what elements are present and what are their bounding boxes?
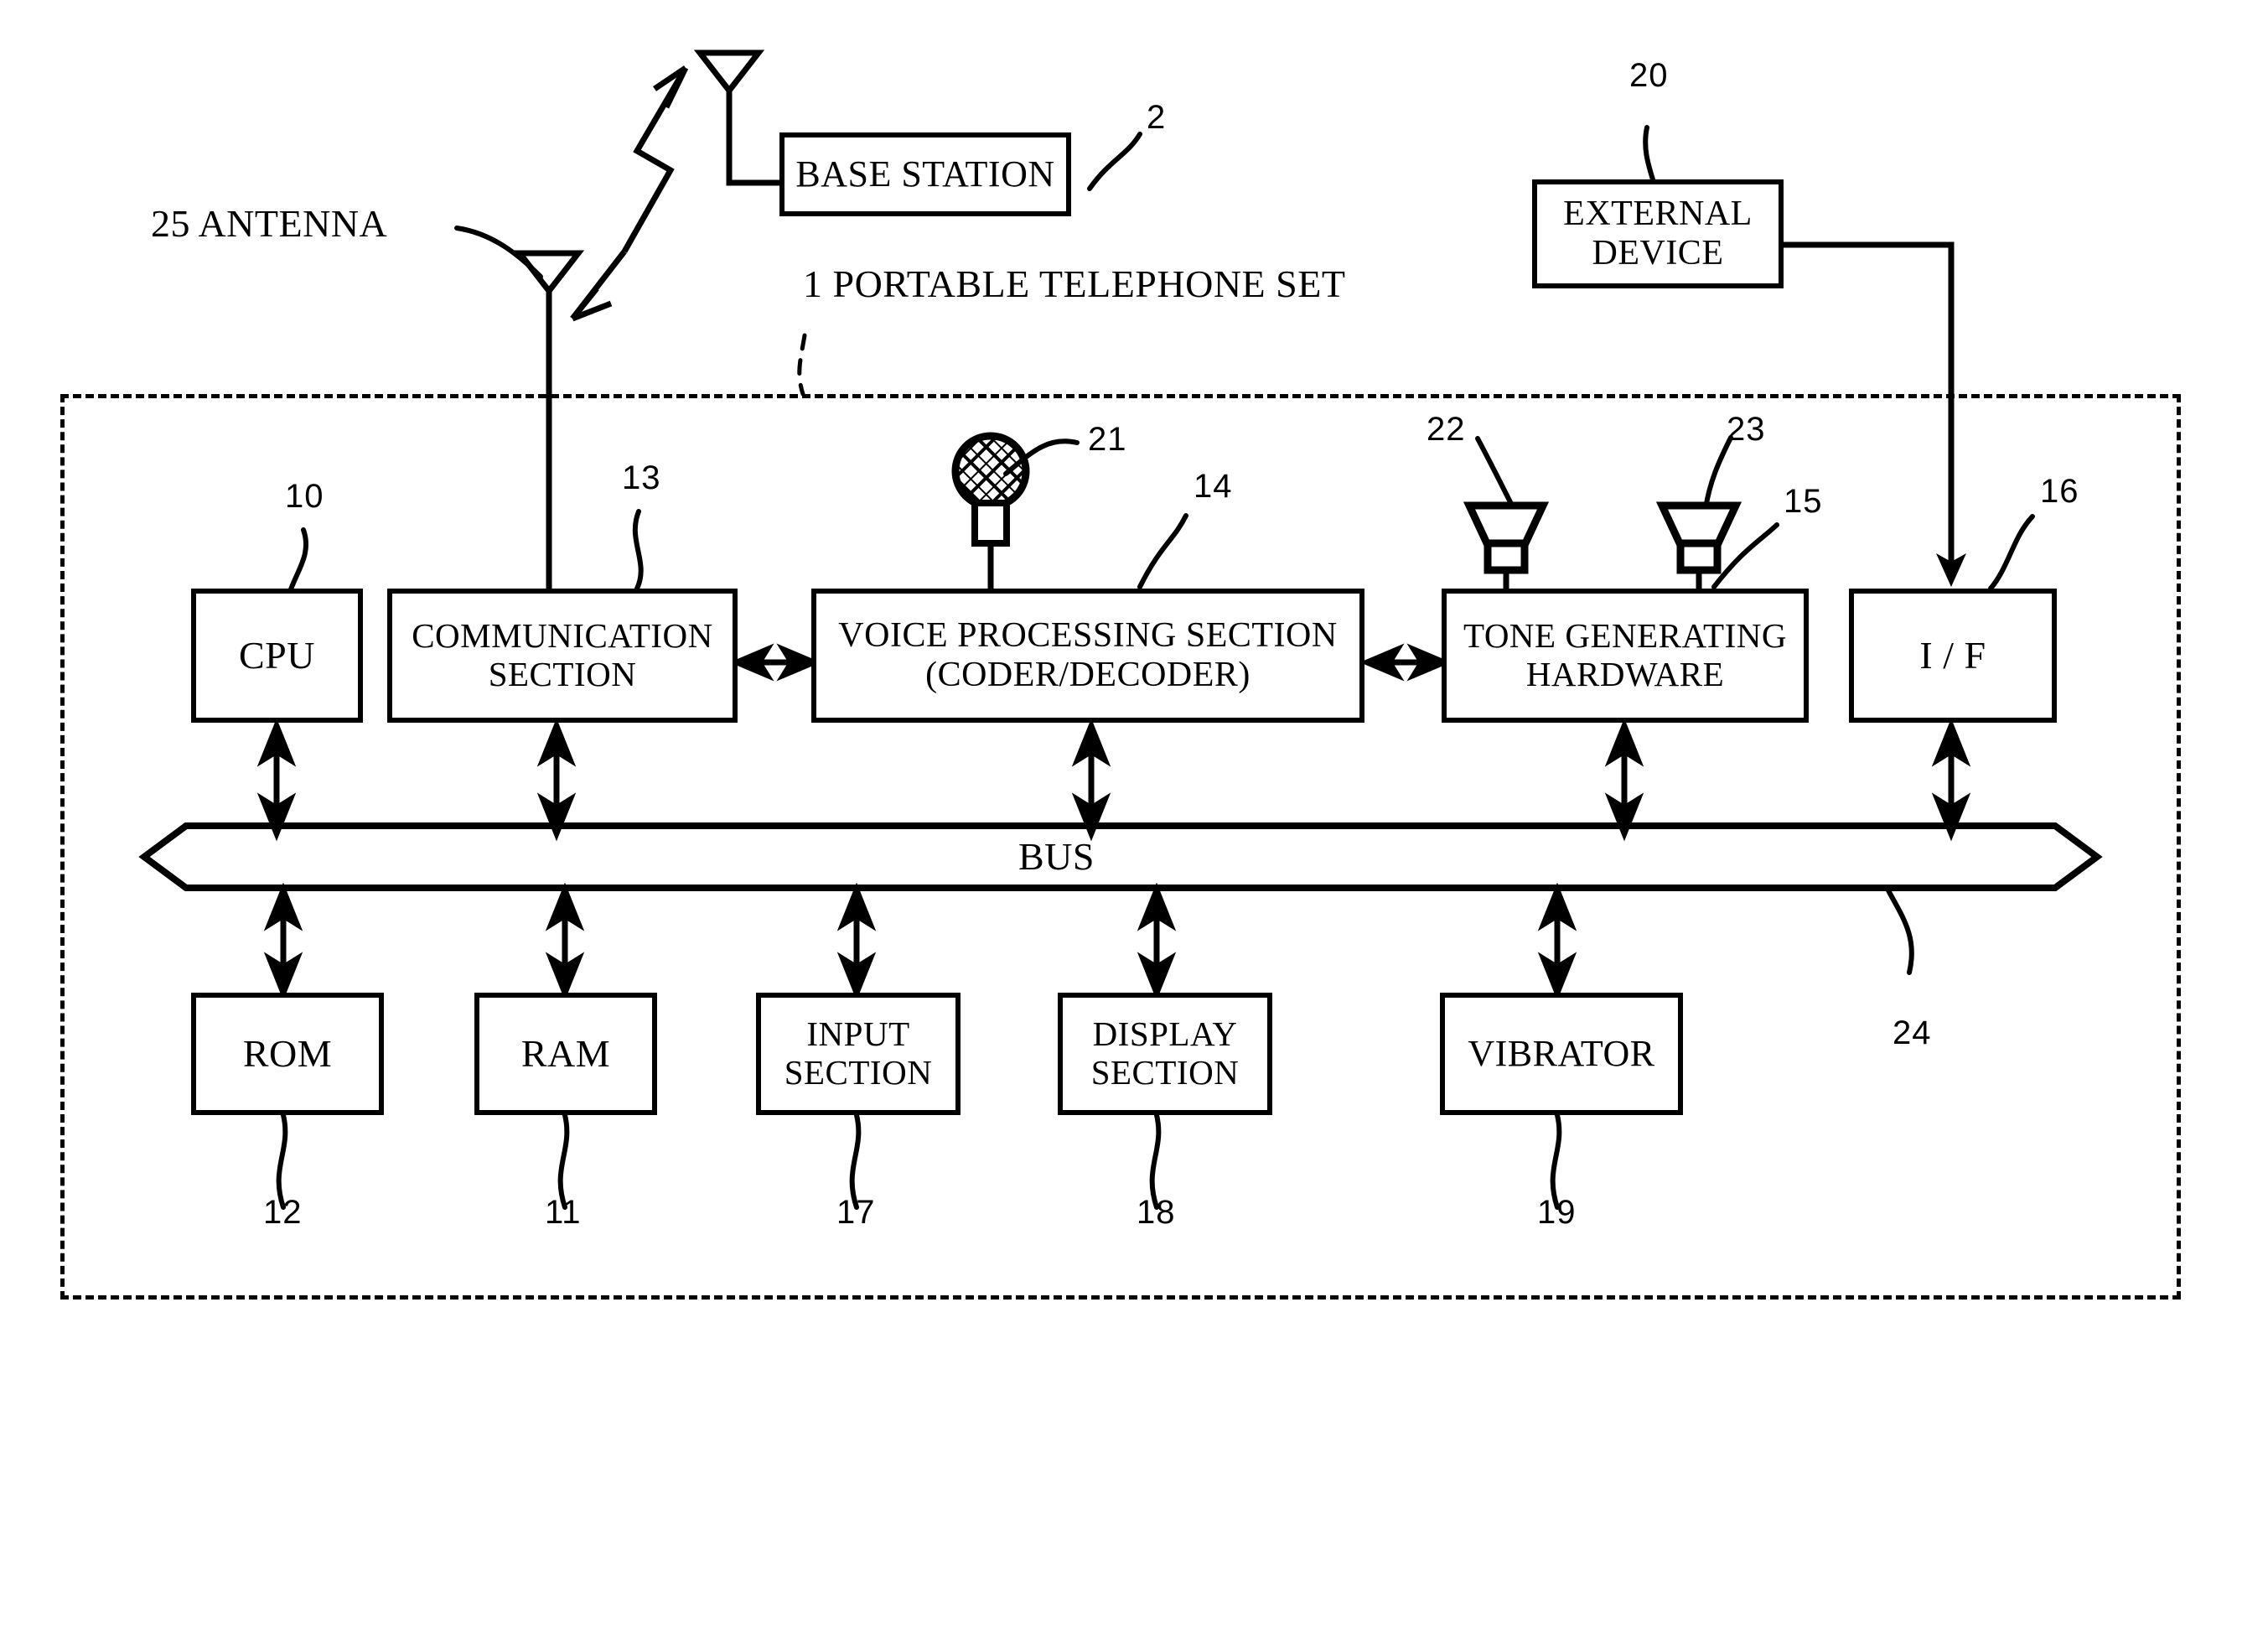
- input-section-label-line2: SECTION: [784, 1053, 933, 1092]
- vibrator-box: VIBRATOR: [1440, 993, 1683, 1115]
- cpu-label: CPU: [239, 634, 315, 677]
- tone-generating-label-line1: TONE GENERATING: [1463, 616, 1787, 656]
- ram-label: RAM: [520, 1032, 611, 1076]
- cpu-box: CPU: [191, 589, 363, 723]
- ref-number-voice-processing: 14: [1194, 468, 1233, 505]
- ref-number-bus: 24: [1893, 1014, 1932, 1051]
- ref-number-rom: 12: [263, 1194, 303, 1231]
- ref-number-base-station: 2: [1147, 99, 1167, 136]
- input-section-label-line1: INPUT: [806, 1014, 910, 1054]
- ref-number-ram: 11: [545, 1194, 582, 1231]
- display-section-box: DISPLAY SECTION: [1058, 993, 1272, 1115]
- input-section-box: INPUT SECTION: [756, 993, 961, 1115]
- voice-processing-section-box: VOICE PROCESSING SECTION (CODER/DECODER): [811, 589, 1364, 723]
- communication-section-label-line2: SECTION: [488, 655, 637, 693]
- interface-label: I / F: [1919, 634, 1986, 677]
- base-station-connector: [726, 91, 779, 186]
- ref-number-interface: 16: [2040, 473, 2079, 510]
- tone-generating-hardware-box: TONE GENERATING HARDWARE: [1442, 589, 1809, 723]
- communication-section-label-line1: COMMUNICATION: [412, 616, 713, 656]
- rom-label: ROM: [242, 1032, 333, 1076]
- external-device-label-line2: DEVICE: [1592, 234, 1724, 272]
- vibrator-label: VIBRATOR: [1468, 1033, 1655, 1075]
- ref-number-microphone: 21: [1088, 421, 1127, 458]
- ref-number-communication: 13: [622, 459, 661, 496]
- tone-generating-label-line2: HARDWARE: [1525, 655, 1725, 693]
- radio-wave-icon: [570, 65, 689, 322]
- ref-number-speaker-right: 23: [1727, 411, 1766, 448]
- communication-section-box: COMMUNICATION SECTION: [387, 589, 738, 723]
- interface-box: I / F: [1849, 589, 2057, 723]
- voice-processing-label-line1: VOICE PROCESSING SECTION: [838, 615, 1338, 655]
- display-section-label-line1: DISPLAY: [1092, 1014, 1238, 1054]
- ref-number-speaker-left: 22: [1427, 411, 1466, 448]
- portable-telephone-set-label: 1 PORTABLE TELEPHONE SET: [803, 262, 1346, 305]
- voice-processing-label-line2: (CODER/DECODER): [925, 656, 1251, 694]
- ref-number-input-section: 17: [836, 1194, 876, 1231]
- ref-number-tone-generating: 15: [1784, 483, 1823, 520]
- base-station-box: BASE STATION: [779, 132, 1071, 216]
- antenna-label: 25 ANTENNA: [151, 202, 388, 245]
- base-station-label: BASE STATION: [795, 153, 1055, 195]
- portable-telephone-set-enclosure: [60, 394, 2181, 1300]
- figure-canvas: 1 PORTABLE TELEPHONE SET 25 ANTENNA BASE…: [0, 0, 2268, 1629]
- bus-label: BUS: [1018, 835, 1095, 878]
- rom-box: ROM: [191, 993, 384, 1115]
- portable-telephone-leader: [797, 333, 807, 397]
- ref-number-cpu: 10: [285, 478, 324, 515]
- external-device-label-line1: EXTERNAL: [1563, 194, 1753, 233]
- ref-number-display-section: 18: [1137, 1194, 1176, 1231]
- external-device-box: EXTERNAL DEVICE: [1532, 179, 1784, 288]
- display-section-label-line2: SECTION: [1090, 1053, 1240, 1092]
- antenna-top-icon: [693, 49, 774, 186]
- ref-number-external-device: 20: [1629, 57, 1669, 94]
- ref-number-vibrator: 19: [1537, 1194, 1577, 1231]
- ram-box: RAM: [474, 993, 657, 1115]
